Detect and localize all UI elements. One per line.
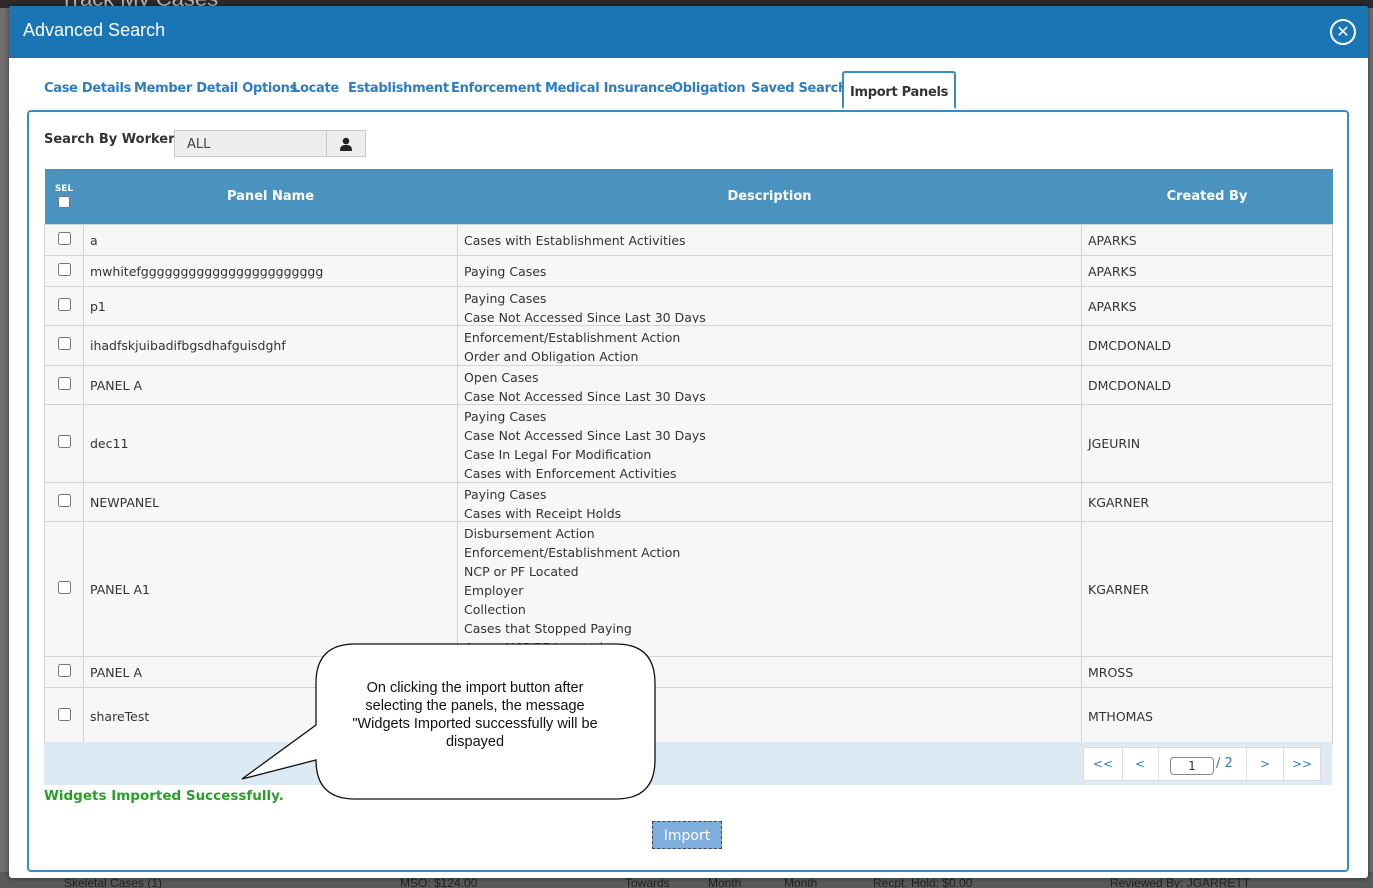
callout-line: "Widgets Imported successfully will be [352, 716, 598, 732]
callout-bubble [241, 643, 656, 800]
callout-text: On clicking the import button after sele… [310, 679, 640, 751]
callout-line: dispayed [445, 734, 505, 750]
callout-line: On clicking the import button after [366, 680, 584, 696]
callout-line: selecting the panels, the message [365, 698, 585, 714]
tab-import-panels[interactable]: Import Panels [842, 71, 957, 109]
